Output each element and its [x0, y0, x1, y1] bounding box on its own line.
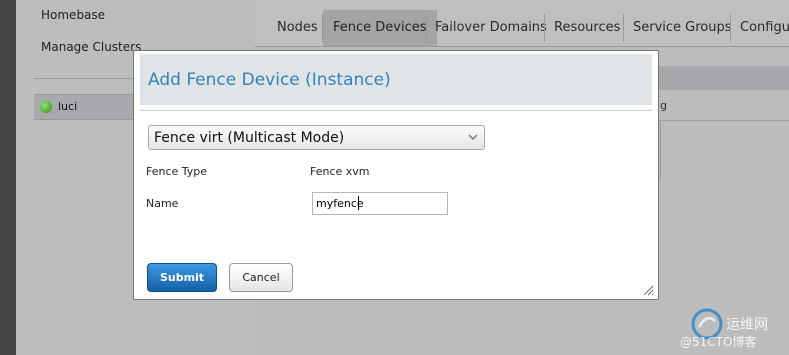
cancel-button[interactable]: Cancel [229, 263, 293, 292]
chevron-down-icon [468, 134, 478, 141]
status-ok-icon [40, 101, 52, 113]
background-text: g [660, 99, 667, 112]
tab-resources[interactable]: Resources [544, 10, 630, 46]
window-left-edge [0, 0, 16, 355]
sidebar-link-manage-clusters[interactable]: Manage Clusters [41, 40, 141, 54]
dialog-title: Add Fence Device (Instance) [148, 70, 391, 90]
text-cursor [358, 196, 359, 210]
submit-button[interactable]: Submit [147, 263, 217, 292]
watermark-site: 运维网 [726, 317, 768, 333]
add-fence-device-dialog: Add Fence Device (Instance) Fence virt (… [133, 50, 659, 300]
dialog-divider [140, 110, 652, 111]
tab-configure[interactable]: Configur [730, 10, 789, 46]
sidebar-link-homebase[interactable]: Homebase [41, 8, 105, 22]
fence-type-label: Fence Type [146, 165, 208, 178]
fence-type-value: Fence xvm [310, 165, 370, 178]
tab-nodes[interactable]: Nodes [267, 10, 328, 46]
resize-handle-icon[interactable] [642, 284, 654, 296]
content-column-divider [660, 120, 661, 180]
tab-service-groups[interactable]: Service Groups [623, 10, 742, 46]
tab-fence-devices[interactable]: Fence Devices [323, 10, 437, 46]
fence-device-select[interactable]: Fence virt (Multicast Mode) [148, 125, 485, 150]
dialog-header[interactable]: Add Fence Device (Instance) [140, 54, 652, 105]
fence-device-select-value: Fence virt (Multicast Mode) [154, 130, 345, 146]
watermark-blog: @51CTO博客 [680, 335, 757, 349]
cluster-name: luci [58, 100, 78, 113]
name-field[interactable] [312, 192, 448, 215]
tab-bar: Nodes Fence Devices Failover Domains Res… [255, 0, 789, 47]
tab-failover-domains[interactable]: Failover Domains [425, 10, 557, 46]
name-label: Name [146, 197, 179, 210]
